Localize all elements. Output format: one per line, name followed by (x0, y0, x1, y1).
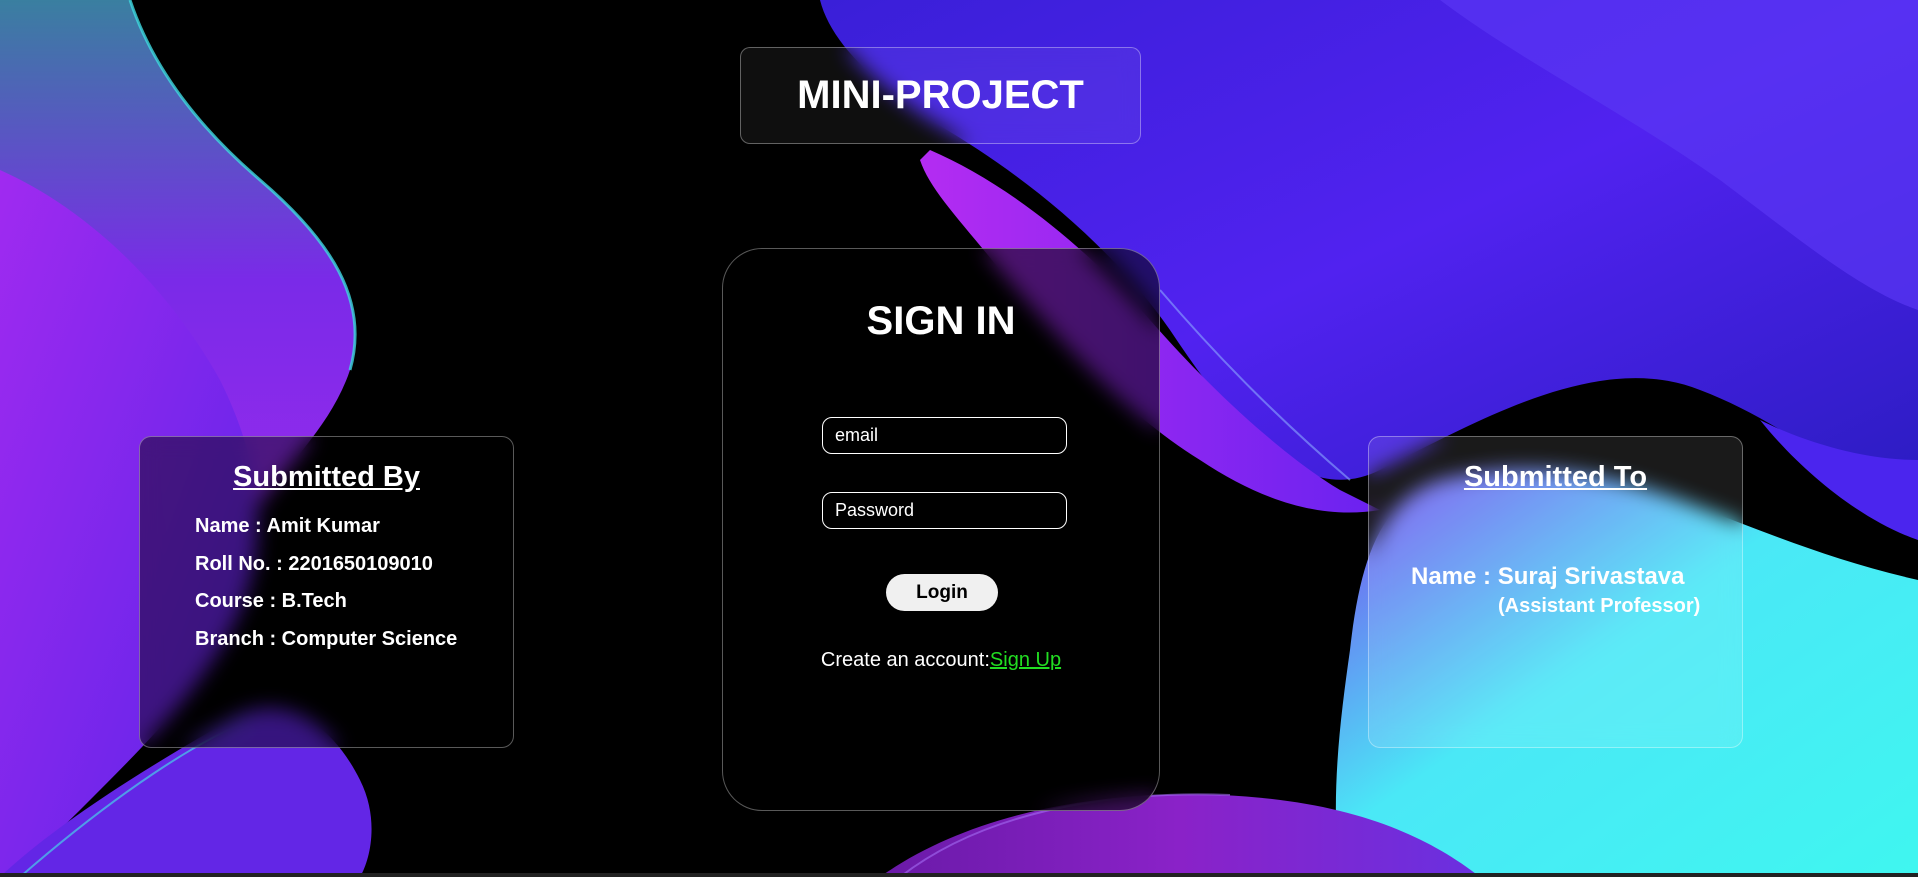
create-account-row: Create an account:Sign Up (723, 649, 1159, 672)
signup-link[interactable]: Sign Up (990, 649, 1061, 671)
submitted-to-heading: Submitted To (1463, 461, 1648, 493)
email-input[interactable] (822, 417, 1067, 454)
signin-form: SIGN IN Login Create an account:Sign Up (722, 248, 1160, 811)
info-name: Name : Amit Kumar (195, 515, 380, 537)
signin-heading: SIGN IN (866, 299, 1016, 343)
page: MINI-PROJECT SIGN IN Login Create an acc… (0, 0, 1918, 877)
submitted-by-heading: Submitted By (233, 461, 420, 493)
professor-role: (Assistant Professor) (1498, 595, 1701, 617)
create-account-text: Create an account: (820, 649, 990, 671)
info-branch: Branch : Computer Science (195, 627, 458, 650)
submitted-by-list: Name : Amit Kumar Roll No. : 22016501090… (195, 515, 457, 665)
login-button[interactable]: Login (886, 574, 998, 611)
info-course: Course : B.Tech (195, 590, 347, 612)
bottom-edge (0, 873, 1918, 877)
submitted-by-card: Submitted By Name : Amit Kumar Roll No. … (139, 436, 514, 748)
page-title: MINI-PROJECT (797, 73, 1084, 117)
password-input[interactable] (822, 492, 1067, 529)
title-banner: MINI-PROJECT (740, 47, 1141, 144)
submitted-to-card: Submitted To Name : Suraj Srivastava (As… (1368, 436, 1743, 748)
info-roll: Roll No. : 2201650109010 (195, 552, 433, 575)
professor-name: Name : Suraj Srivastava (1411, 563, 1685, 590)
